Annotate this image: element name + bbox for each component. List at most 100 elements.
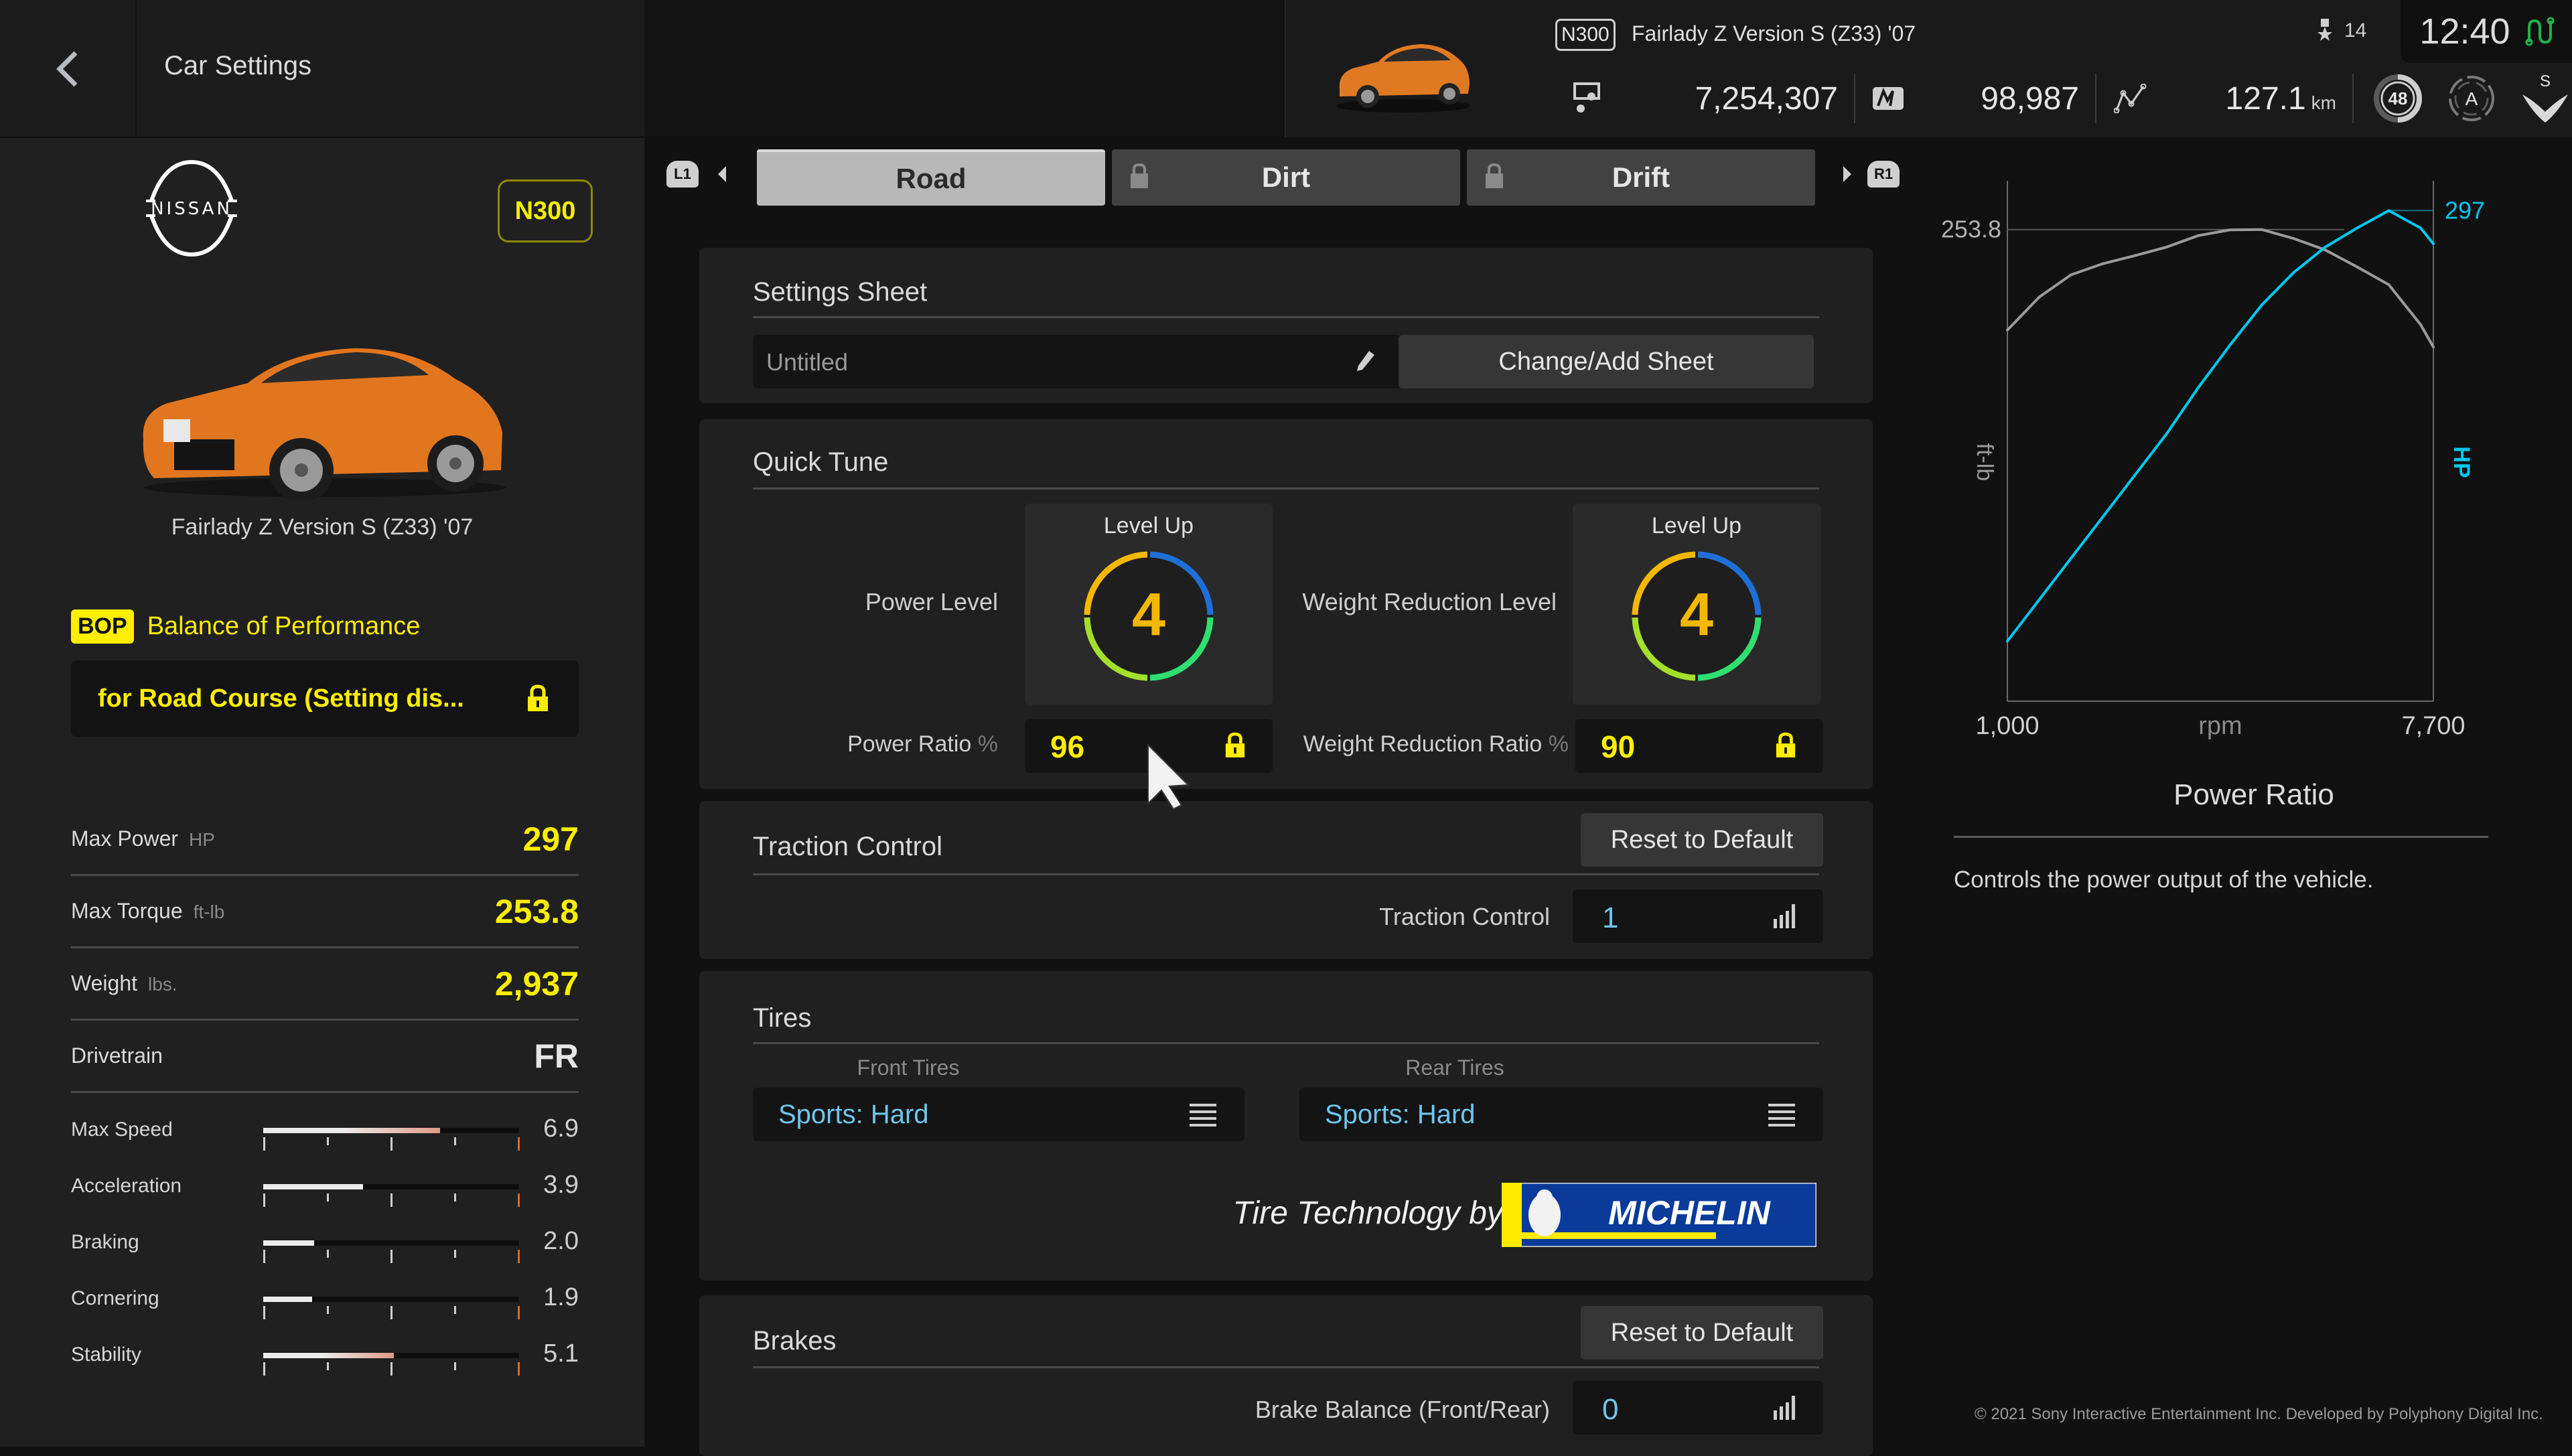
torque-point: [2387, 283, 2390, 287]
menu-list-icon: [1190, 1104, 1216, 1126]
torque-point: [2292, 237, 2295, 240]
power-point: [2432, 242, 2435, 245]
rear-tires-select[interactable]: Sports: Hard: [1299, 1088, 1823, 1141]
performance-label: Acceleration: [71, 1175, 182, 1197]
power-point: [2387, 209, 2390, 212]
reset-to-default-button[interactable]: Reset to Default: [1581, 813, 1823, 867]
tab-label: Dirt: [1261, 161, 1311, 193]
weight-ratio-field[interactable]: 90: [1575, 719, 1823, 773]
distance-readout: 127.1 km: [2226, 80, 2336, 117]
medal-count: 14: [2344, 19, 2367, 42]
x-axis-label: rpm: [2198, 712, 2242, 740]
tab-prev-arrow-icon[interactable]: [718, 166, 726, 182]
sportsmanship-badge-text: S: [2540, 72, 2551, 90]
tick-mark: [327, 1306, 329, 1314]
level-up-caption: Level Up: [1103, 513, 1194, 538]
performance-bar-fill: [263, 1297, 312, 1302]
power-point: [2069, 557, 2072, 560]
tab-road[interactable]: Road: [757, 149, 1105, 206]
tick-mark: [390, 1306, 392, 1319]
performance-value: 6.9: [543, 1114, 579, 1143]
section-title: Traction Control: [753, 832, 943, 861]
car-thumbnail: [1336, 44, 1470, 113]
bop-setting[interactable]: for Road Course (Setting dis...: [71, 660, 579, 737]
connection-status-icon: [2525, 17, 2555, 46]
level-bars-icon: [1774, 1396, 1795, 1420]
spec-label: Max Torque: [71, 899, 183, 923]
tuning-tabs: L1 Road Dirt Drift R1: [663, 145, 1909, 212]
sheet-name-field[interactable]: Untitled: [753, 335, 1401, 388]
performance-bar: [263, 1128, 519, 1133]
player-stats: 7,254,307 98,987 127.1 km 48 A S: [1555, 72, 2571, 125]
spec-label: Max Power: [71, 826, 179, 851]
tick-mark: [454, 1362, 456, 1370]
tick-mark: [518, 1250, 520, 1263]
front-tires-select[interactable]: Sports: Hard: [753, 1088, 1244, 1141]
license-badge[interactable]: A: [2446, 73, 2497, 124]
spec-value: 297: [522, 820, 579, 858]
bop-header: BOP Balance of Performance: [71, 609, 420, 644]
r1-button[interactable]: R1: [1867, 161, 1900, 188]
power-ratio-label: Power Ratio %: [753, 731, 998, 757]
weight-ratio-text: Weight Reduction Ratio: [1303, 731, 1543, 757]
power-point: [2260, 303, 2263, 307]
tire-technology-label: Tire Technology by: [1232, 1195, 1503, 1231]
weight-level-label: Weight Reduction Level: [1302, 588, 1557, 615]
brake-balance-field[interactable]: 0: [1573, 1381, 1823, 1435]
tick-mark: [518, 1193, 520, 1207]
divider: [753, 316, 1819, 318]
traction-control-field[interactable]: 1: [1573, 889, 1823, 943]
rear-tires-label: Rear Tires: [1405, 1055, 1504, 1080]
front-tires-value: Sports: Hard: [778, 1100, 929, 1129]
change-add-sheet-button[interactable]: Change/Add Sheet: [1399, 335, 1814, 388]
tab-next-arrow-icon[interactable]: [1843, 166, 1851, 182]
weight-level-dial[interactable]: Level Up 4: [1573, 504, 1820, 705]
level-ring: 4: [1632, 551, 1762, 681]
performance-ticks: [263, 1306, 520, 1319]
tick-mark: [327, 1193, 329, 1202]
reset-to-default-button[interactable]: Reset to Default: [1581, 1306, 1823, 1360]
traction-control-label: Traction Control: [1379, 903, 1550, 930]
tab-dirt[interactable]: Dirt: [1112, 149, 1460, 206]
tab-label: Drift: [1612, 161, 1670, 193]
tick-mark: [454, 1250, 456, 1258]
power-point: [2038, 598, 2041, 601]
spec-value: 2,937: [494, 964, 579, 1003]
power-point: [2419, 226, 2423, 230]
performance-row: Stability 5.1: [71, 1339, 579, 1384]
edit-pencil-icon[interactable]: [1356, 350, 1376, 374]
spec-max-torque: Max Torque ft-lb 253.8: [71, 876, 579, 948]
mouse-cursor-icon: [1147, 743, 1190, 810]
divider: [753, 873, 1819, 875]
level-bars-icon: [1774, 904, 1795, 928]
michelin-logo: MICHELIN: [1502, 1183, 1816, 1247]
driver-level-badge[interactable]: 48: [2372, 73, 2423, 124]
stat-mileage: 98,987: [1855, 74, 2096, 123]
brake-balance-value: 0: [1602, 1393, 1619, 1426]
spec-weight: Weight lbs. 2,937: [71, 948, 579, 1021]
sportsmanship-badge[interactable]: S: [2520, 72, 2571, 125]
player-badges: 48 A S: [2354, 72, 2571, 125]
credits-value: 7,254,307: [1695, 80, 1838, 117]
brakes-panel: Brakes Reset to Default Brake Balance (F…: [699, 1295, 1873, 1456]
power-torque-chart: 253.8 297 ft-lb HP 1,000 rpm 7,700: [1916, 154, 2572, 743]
percent-unit: %: [977, 731, 998, 757]
performance-ticks: [263, 1362, 520, 1376]
torque-point: [2006, 328, 2009, 332]
power-point: [2228, 344, 2232, 347]
power-ratio-text: Power Ratio: [847, 731, 972, 757]
x-tick-min: 1,000: [1975, 712, 2039, 740]
settings-sheet-panel: Settings Sheet Untitled Change/Add Sheet: [699, 248, 1873, 403]
description-title: Power Ratio: [2173, 778, 2334, 811]
power-ratio-value: 96: [1050, 729, 1085, 764]
weight-ratio-label: Weight Reduction Ratio %: [1282, 731, 1569, 757]
divider: [753, 488, 1819, 490]
car-info-panel: NISSAN N300 Fairlady Z Version S (Z33) '…: [0, 138, 644, 1447]
l1-button[interactable]: L1: [666, 161, 699, 188]
tab-drift[interactable]: Drift: [1467, 149, 1815, 206]
power-point: [2006, 640, 2009, 643]
traction-control-panel: Traction Control Reset to Default Tracti…: [699, 801, 1873, 959]
bop-label: Balance of Performance: [147, 612, 421, 640]
performance-label: Cornering: [71, 1287, 159, 1309]
back-button[interactable]: [0, 0, 137, 137]
